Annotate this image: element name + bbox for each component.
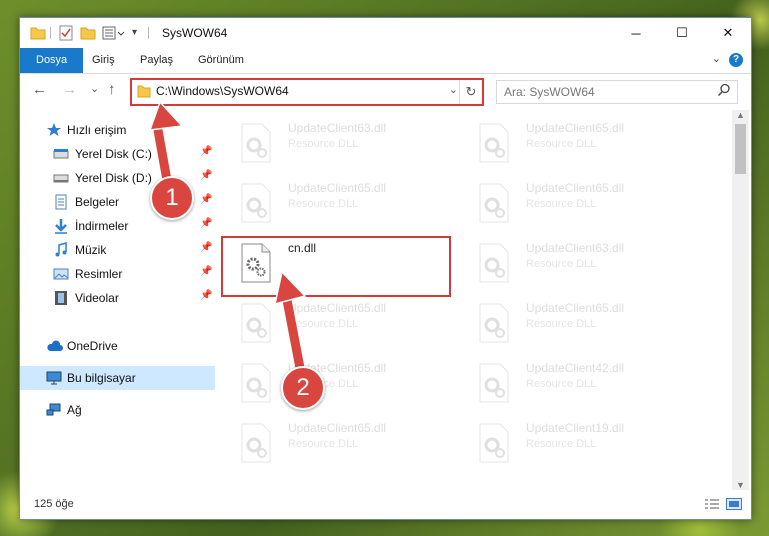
step-2-badge: 2 bbox=[281, 366, 325, 410]
annotation-arrows bbox=[148, 100, 307, 373]
step-1-badge: 1 bbox=[150, 176, 194, 220]
